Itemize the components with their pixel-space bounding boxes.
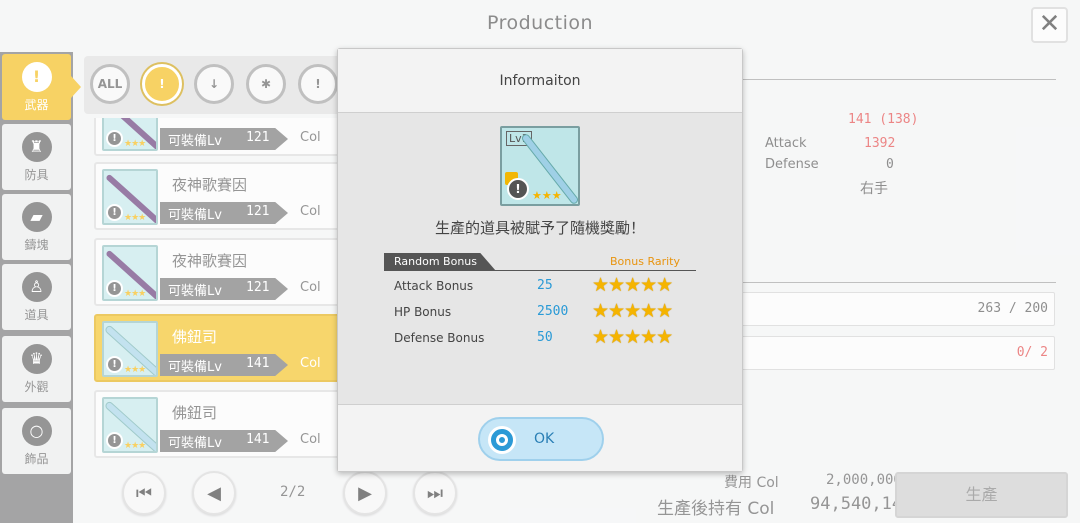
bonus-name: Attack Bonus <box>394 279 474 293</box>
random-bonus-label: Random Bonus <box>384 253 496 271</box>
ok-button[interactable]: OK <box>478 417 604 461</box>
bonus-row: Attack Bonus 25 ★★★★★ <box>394 274 694 297</box>
dialog-title: Informaiton <box>499 73 581 89</box>
rarity-stars: ★★★ <box>532 189 562 202</box>
random-bonus-header: Random Bonus Bonus Rarity <box>384 253 696 271</box>
dialog-footer: OK <box>338 404 742 471</box>
bonus-name: Defense Bonus <box>394 331 485 345</box>
bonus-value: 2500 <box>537 304 569 319</box>
bonus-row: Defense Bonus 50 ★★★★★ <box>394 326 694 349</box>
bonus-rarity-stars: ★★★★★ <box>592 300 673 322</box>
bonus-name: HP Bonus <box>394 305 452 319</box>
bonus-value: 50 <box>537 330 553 345</box>
bonus-value: 25 <box>537 278 553 293</box>
ok-button-label: OK <box>534 431 555 447</box>
bonus-rarity-stars: ★★★★★ <box>592 274 673 296</box>
confirm-circle-icon <box>488 426 516 454</box>
dialog-message: 生產的道具被賦予了隨機獎勵！ <box>434 219 645 237</box>
bonus-row: HP Bonus 2500 ★★★★★ <box>394 300 694 323</box>
weapon-type-icon: ! <box>507 178 529 200</box>
produced-item-thumbnail: Lv1 ! ★★★ <box>500 126 580 206</box>
dialog-header: Informaiton <box>338 49 742 113</box>
bonus-rarity-stars: ★★★★★ <box>592 326 673 348</box>
bonus-rarity-label: Bonus Rarity <box>610 255 680 268</box>
information-dialog: Informaiton Lv1 ! ★★★ 生產的道具被賦予了隨機獎勵！ Ran… <box>337 48 743 472</box>
